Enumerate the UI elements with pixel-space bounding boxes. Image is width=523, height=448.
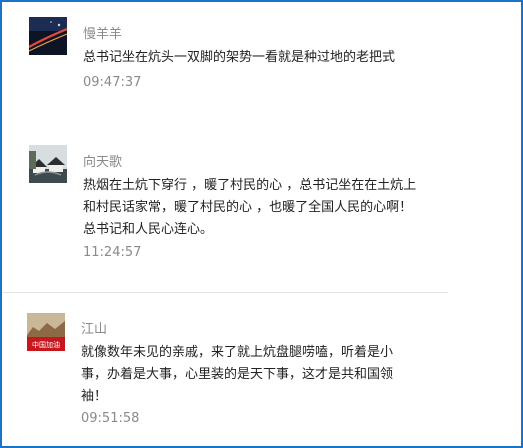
username[interactable]: 江山 [81,318,107,337]
night-road-avatar-icon [29,17,67,55]
timestamp: 09:51:58 [81,411,140,426]
comment-line: 总书记和人民心连心。 [83,222,214,237]
comment-line: 热烟在土炕下穿行 ，暖了村民的心 ，总书记坐在在土炕上 [83,178,417,193]
comment-text: 热烟在土炕下穿行 ，暖了村民的心 ，总书记坐在在土炕上 和村民话家常，暖了村民的… [83,175,416,241]
comment-line: 袖！ [81,389,108,404]
china-flag-avatar-icon: 中国加油 [27,313,65,351]
comment-line: 就像数年未见的亲戚，来了就上炕盘腿唠嗑，听着是小 [81,345,394,360]
comment-text: 就像数年未见的亲戚，来了就上炕盘腿唠嗑，听着是小 事，办着是大事，心里装的是天下… [81,342,393,408]
water-town-avatar-icon [29,145,67,183]
timestamp: 09:47:37 [83,75,142,90]
avatar-caption: 中国加油 [32,340,60,349]
comment-divider [2,292,448,293]
comment-line: 总书记坐在炕头一双脚的架势一看就是种过地的老把式 [83,50,396,65]
user-avatar[interactable] [29,145,67,183]
comment-line: 和村民话家常，暖了村民的心 ，也暖了全国人民的心啊！ [83,200,413,215]
timestamp: 11:24:57 [83,245,142,260]
comment-text: 总书记坐在炕头一双脚的架势一看就是种过地的老把式 [83,47,395,69]
user-avatar[interactable]: 中国加油 [27,313,65,351]
user-avatar[interactable] [29,17,67,55]
comment-line: 事，办着是大事，心里装的是天下事，这才是共和国领 [81,367,394,382]
username[interactable]: 向天歌 [83,151,122,170]
username[interactable]: 慢羊羊 [83,23,122,42]
